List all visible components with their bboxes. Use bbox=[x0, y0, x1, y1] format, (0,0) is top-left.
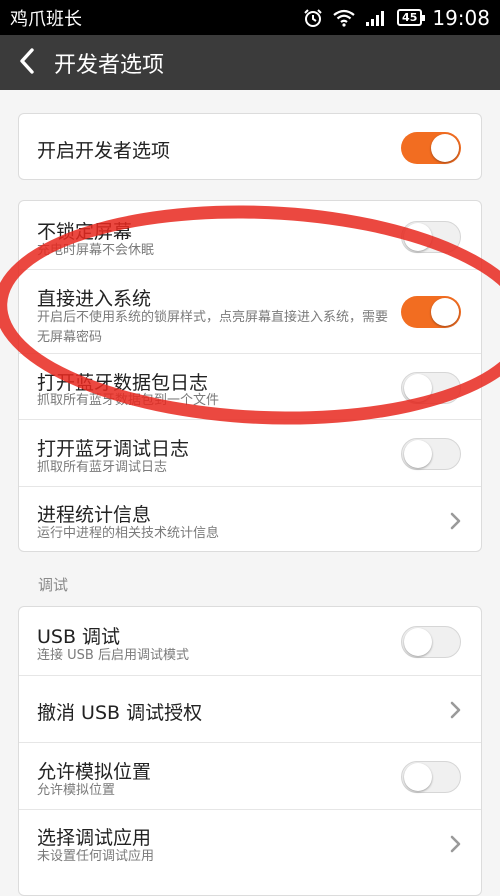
toggle-knob bbox=[404, 440, 432, 468]
chevron-right-icon bbox=[449, 834, 463, 854]
row-title: 撤消 USB 调试授权 bbox=[37, 702, 203, 724]
mock-location-toggle[interactable] bbox=[401, 761, 461, 793]
row-subtitle: 连接 USB 后启用调试模式 bbox=[37, 648, 189, 663]
row-process-stats[interactable]: 进程统计信息 运行中进程的相关技术统计信息 bbox=[19, 486, 481, 551]
carrier-name: 鸡爪班长 bbox=[10, 8, 82, 30]
page-title: 开发者选项 bbox=[54, 52, 165, 78]
toggle-knob bbox=[404, 374, 432, 402]
row-enable-developer[interactable]: 开启开发者选项 bbox=[19, 114, 481, 179]
row-subtitle: 充电时屏幕不会休眠 bbox=[37, 243, 155, 258]
row-bluetooth-hci-log[interactable]: 打开蓝牙数据包日志 抓取所有蓝牙数据包到一个文件 bbox=[19, 353, 481, 419]
toggle-knob bbox=[431, 134, 459, 162]
row-mock-location[interactable]: 允许模拟位置 允许模拟位置 bbox=[19, 742, 481, 809]
row-title: 开启开发者选项 bbox=[37, 140, 171, 162]
row-bluetooth-debug-log[interactable]: 打开蓝牙调试日志 抓取所有蓝牙调试日志 bbox=[19, 419, 481, 486]
card-debug-options: USB 调试 连接 USB 后启用调试模式 撤消 USB 调试授权 允许模拟位置… bbox=[18, 606, 482, 896]
row-subtitle: 开启后不使用系统的锁屏样式，点亮屏幕直接进入系统，需要无屏幕密码 bbox=[37, 310, 389, 345]
row-title: 选择调试应用 bbox=[37, 827, 152, 849]
toggle-knob bbox=[431, 298, 459, 326]
row-subtitle: 允许模拟位置 bbox=[37, 783, 116, 798]
wifi-icon bbox=[333, 9, 355, 27]
chevron-left-icon bbox=[19, 47, 35, 78]
chevron-right-icon bbox=[449, 511, 463, 531]
row-revoke-usb-auth[interactable]: 撤消 USB 调试授权 bbox=[19, 675, 481, 742]
row-subtitle: 抓取所有蓝牙数据包到一个文件 bbox=[37, 393, 220, 408]
status-bar: 鸡爪班长 45 19:08 bbox=[0, 0, 500, 35]
row-select-debug-app[interactable]: 选择调试应用 未设置任何调试应用 bbox=[19, 809, 481, 895]
chevron-right-icon bbox=[449, 700, 463, 720]
direct-enter-system-toggle[interactable] bbox=[401, 296, 461, 328]
enable-developer-toggle[interactable] bbox=[401, 132, 461, 164]
row-subtitle: 未设置任何调试应用 bbox=[37, 849, 155, 864]
row-stay-awake[interactable]: 不锁定屏幕 充电时屏幕不会休眠 bbox=[19, 201, 481, 269]
row-subtitle: 运行中进程的相关技术统计信息 bbox=[37, 526, 220, 541]
signal-icon bbox=[365, 9, 387, 27]
section-label-debug: 调试 bbox=[38, 576, 69, 594]
row-usb-debugging[interactable]: USB 调试 连接 USB 后启用调试模式 bbox=[19, 607, 481, 675]
bluetooth-hci-log-toggle[interactable] bbox=[401, 372, 461, 404]
row-title: 不锁定屏幕 bbox=[37, 221, 133, 243]
stay-awake-toggle[interactable] bbox=[401, 221, 461, 253]
battery-icon: 45 bbox=[397, 9, 426, 26]
back-button[interactable] bbox=[0, 35, 54, 90]
row-title: 打开蓝牙调试日志 bbox=[37, 438, 190, 460]
row-title: 直接进入系统 bbox=[37, 288, 152, 310]
row-title: 允许模拟位置 bbox=[37, 761, 152, 783]
row-title: USB 调试 bbox=[37, 626, 121, 648]
toggle-knob bbox=[404, 628, 432, 656]
alarm-icon bbox=[303, 8, 323, 28]
toggle-knob bbox=[404, 223, 432, 251]
bluetooth-debug-log-toggle[interactable] bbox=[401, 438, 461, 470]
row-subtitle: 抓取所有蓝牙调试日志 bbox=[37, 460, 168, 475]
toggle-knob bbox=[404, 763, 432, 791]
clock: 19:08 bbox=[432, 5, 490, 30]
row-direct-enter-system[interactable]: 直接进入系统 开启后不使用系统的锁屏样式，点亮屏幕直接进入系统，需要无屏幕密码 bbox=[19, 269, 481, 353]
status-icons: 45 19:08 bbox=[303, 6, 490, 30]
usb-debugging-toggle[interactable] bbox=[401, 626, 461, 658]
title-bar: 开发者选项 bbox=[0, 35, 500, 90]
row-title: 进程统计信息 bbox=[37, 504, 152, 526]
card-developer-toggle: 开启开发者选项 bbox=[18, 113, 482, 180]
card-system-options: 不锁定屏幕 充电时屏幕不会休眠 直接进入系统 开启后不使用系统的锁屏样式，点亮屏… bbox=[18, 200, 482, 552]
